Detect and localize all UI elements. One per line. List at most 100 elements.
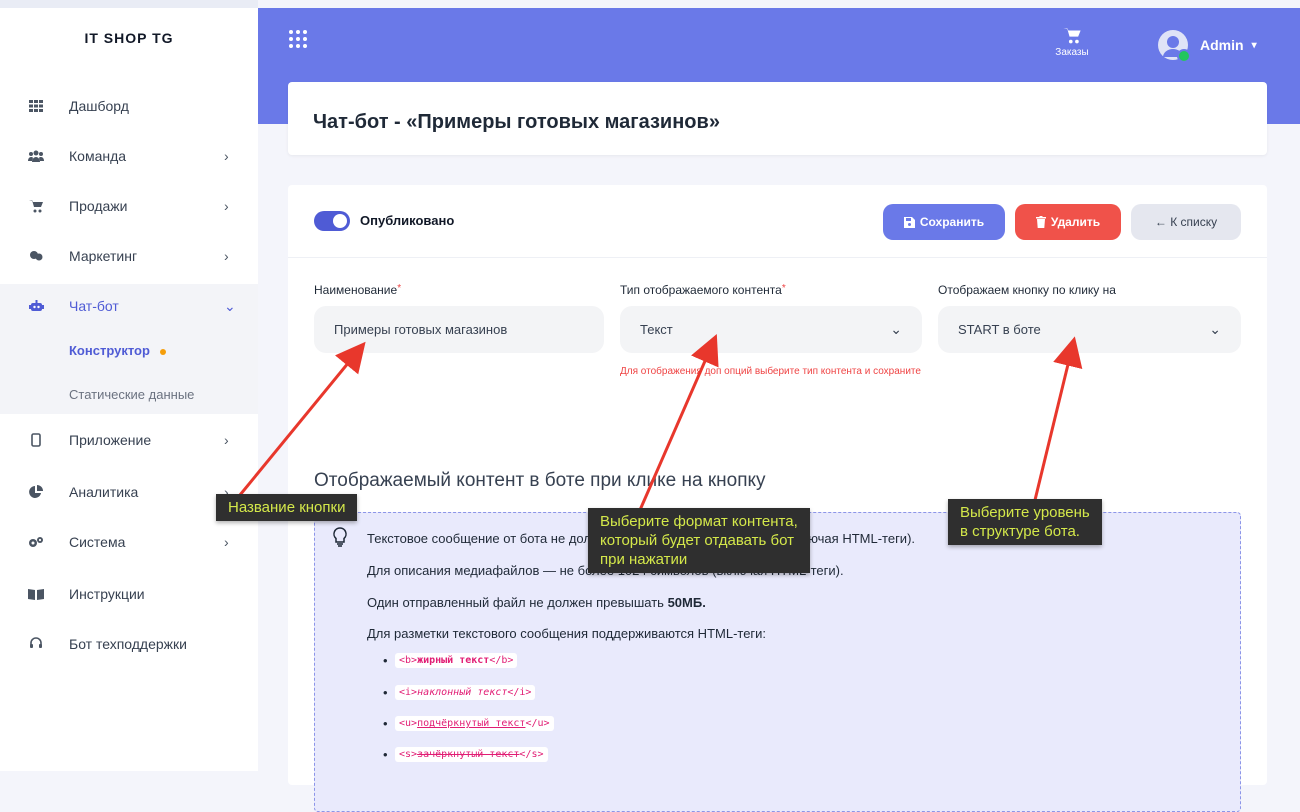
orders-button[interactable]: Заказы [1052,28,1092,58]
tag-open: <u> [399,718,418,729]
tag-open: <s> [399,749,418,760]
robot-icon [28,298,44,314]
save-label: Сохранить [919,215,985,229]
callout-line: в структуре бота. [960,523,1080,540]
caret-down-icon: ▾ [1251,39,1257,51]
trigger-value: START в боте [958,322,1041,337]
callout-line: Выберите формат контента, [600,513,798,530]
tag-item: <u>подчёркнутый текст</u> [383,716,554,731]
section-title: Отображаемый контент в боте при клике на… [314,470,766,491]
sidebar-subitem-label: Статические данные [69,387,195,402]
user-name: Admin [1200,37,1244,53]
sidebar-item-instructions[interactable]: Инструкции [0,572,258,616]
cart-icon [1063,28,1081,44]
sidebar-item-label: Чат-бот [69,298,119,314]
annotation-callout-format: Выберите формат контента, который будет … [588,508,810,573]
sidebar: IT SHOP TG Дашборд Команда › Продажи › М… [0,0,258,771]
trigger-select[interactable]: START в боте ⌄ [938,306,1241,353]
file-limit: 50МБ. [667,595,706,610]
back-to-list-button[interactable]: ← К списку [1131,204,1241,240]
cart-icon [28,198,44,214]
tag-code: <b>жирный текст</b> [395,653,518,668]
tag-close: </i> [507,687,532,698]
page-title: Чат-бот - «Примеры готовых магазинов» [313,111,720,133]
tag-item: <b>жирный текст</b> [383,653,518,668]
content-type-label: Тип отображаемого контента* [620,283,786,297]
callout-line: который будет отдавать бот [600,532,794,549]
sidebar-item-label: Маркетинг [69,248,138,264]
trash-icon [1035,216,1046,228]
name-field[interactable]: Примеры готовых магазинов [314,306,604,353]
back-label: ← К списку [1154,215,1218,229]
sidebar-item-system[interactable]: Система › [0,520,258,564]
delete-label: Удалить [1050,215,1101,229]
mobile-icon [28,432,44,448]
user-menu[interactable]: Admin ▾ [1158,30,1257,63]
avatar [1158,30,1191,63]
required-mark: * [397,283,402,294]
sidebar-item-chatbot[interactable]: Чат-бот ⌄ [0,284,258,328]
trigger-label: Отображаем кнопку по клику на [938,283,1116,297]
sidebar-item-label: Система [69,534,126,550]
gears-icon [28,534,44,550]
annotation-callout-level: Выберите уровень в структуре бота. [948,499,1102,545]
tag-text: подчёркнутый текст [417,718,526,729]
chevron-down-icon: ⌄ [224,297,236,314]
info-line-text: Один отправленный файл не должен превыша… [367,595,664,610]
marketing-icon [28,248,44,264]
sidebar-item-label: Команда [69,148,127,164]
tag-open: <b> [399,655,418,666]
sidebar-item-label: Продажи [69,198,128,214]
sidebar-item-label: Инструкции [69,586,145,602]
tag-item: <s>зачёркнутый текст</s> [383,747,548,762]
sidebar-subitem-constructor[interactable]: Конструктор [0,328,258,372]
page-title-card: Чат-бот - «Примеры готовых магазинов» [288,82,1267,155]
sidebar-subitem-text: Конструктор [69,343,150,358]
callout-line: при нажатии [600,551,688,568]
chevron-right-icon: › [224,534,229,550]
name-label-text: Наименование [314,283,398,297]
tag-code: <s>зачёркнутый текст</s> [395,747,548,762]
dashboard-grid-icon [28,98,44,114]
chevron-right-icon: › [224,148,229,164]
apps-grid-icon[interactable] [289,30,307,48]
content-type-label-text: Тип отображаемого контента [620,283,782,297]
tag-close: </s> [519,749,544,760]
sidebar-item-label: Бот техподдержки [69,636,187,652]
brand-logo[interactable]: IT SHOP TG [0,30,258,46]
lightbulb-icon [333,527,347,547]
tag-text: наклонный текст [417,687,508,698]
sidebar-subitem-static-data[interactable]: Статические данные [0,372,258,414]
sidebar-item-sales[interactable]: Продажи › [0,184,258,228]
chevron-down-icon: ⌄ [890,321,902,337]
sidebar-item-team[interactable]: Команда › [0,134,258,178]
tag-item: <i>наклонный текст</i> [383,685,536,700]
bot-item-editor: Опубликовано Сохранить Удалить ← К списк… [288,185,1267,812]
divider [288,257,1267,258]
annotation-callout-name: Название кнопки [216,494,358,521]
orders-label: Заказы [1055,47,1089,58]
sidebar-item-app[interactable]: Приложение › [0,418,258,462]
analytics-icon [28,484,44,500]
content-type-value: Текст [640,322,673,337]
sidebar-item-dashboard[interactable]: Дашборд [0,84,258,128]
tag-close: </u> [525,718,550,729]
save-button[interactable]: Сохранить [883,204,1005,240]
sidebar-subitem-label: Конструктор [69,343,166,358]
tag-open: <i> [399,687,418,698]
chevron-right-icon: › [224,248,229,264]
name-field-value: Примеры готовых магазинов [334,322,508,337]
sidebar-item-label: Аналитика [69,484,139,500]
published-label: Опубликовано [360,213,455,228]
delete-button[interactable]: Удалить [1015,204,1121,240]
sidebar-item-support-bot[interactable]: Бот техподдержки [0,622,258,666]
required-mark: * [781,283,786,294]
sidebar-item-marketing[interactable]: Маркетинг › [0,234,258,278]
published-toggle[interactable] [314,211,350,231]
sidebar-item-label: Приложение [69,432,152,448]
tag-text: жирный текст [417,655,490,666]
content-type-select[interactable]: Текст ⌄ [620,306,922,353]
team-icon [28,148,44,164]
chevron-down-icon: ⌄ [1209,321,1221,337]
headset-icon [28,636,44,652]
